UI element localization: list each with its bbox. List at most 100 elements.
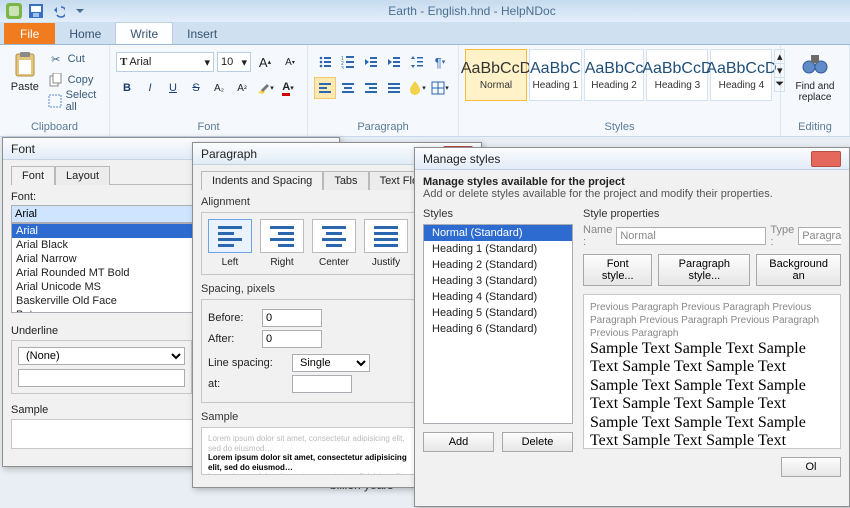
align-left-button[interactable]: [208, 219, 252, 253]
app-icon[interactable]: [4, 2, 24, 20]
align-justify-icon[interactable]: [383, 77, 405, 99]
group-editing: Find and replace Editing: [781, 45, 850, 136]
align-center-button[interactable]: [312, 219, 356, 253]
svg-text:3: 3: [341, 66, 344, 69]
shading-icon[interactable]: ▾: [406, 77, 428, 99]
style-list-item[interactable]: Heading 4 (Standard): [424, 289, 572, 305]
style-tile-heading-2[interactable]: AaBbCcHeading 2: [584, 49, 645, 101]
group-label-paragraph: Paragraph: [314, 119, 452, 136]
bullets-icon[interactable]: [314, 51, 336, 73]
style-list-item[interactable]: Heading 2 (Standard): [424, 257, 572, 273]
para-tab-indents[interactable]: Indents and Spacing: [201, 171, 323, 190]
grow-font-icon[interactable]: A▴: [254, 51, 276, 73]
tab-home[interactable]: Home: [55, 23, 115, 44]
pilcrow-icon[interactable]: ¶▾: [429, 51, 451, 73]
add-style-button[interactable]: Add: [423, 432, 494, 452]
numbering-icon[interactable]: 123: [337, 51, 359, 73]
para-sample-box: Lorem ipsum dolor sit amet, consectetur …: [201, 427, 415, 475]
indent-icon[interactable]: [383, 51, 405, 73]
borders-icon[interactable]: ▾: [429, 77, 451, 99]
highlight-icon[interactable]: ▾: [254, 77, 276, 99]
style-list-item[interactable]: Heading 3 (Standard): [424, 273, 572, 289]
align-right-icon[interactable]: [360, 77, 382, 99]
styles-subheading: Add or delete styles available for the p…: [423, 188, 841, 200]
selectall-button[interactable]: Select all: [48, 91, 103, 111]
group-font: TArial▾ 10▾ A▴ A▾ B I U S A₂ A² ▾ A▾ Fon…: [110, 45, 308, 136]
style-list-item[interactable]: Heading 1 (Standard): [424, 241, 572, 257]
font-color-icon[interactable]: A▾: [277, 77, 299, 99]
underline-preview: [18, 369, 185, 387]
style-tile-heading-1[interactable]: AaBbCHeading 1: [529, 49, 582, 101]
align-center-icon[interactable]: [337, 77, 359, 99]
selectall-icon: [48, 93, 62, 109]
subscript-icon[interactable]: A₂: [208, 77, 230, 99]
paste-label: Paste: [11, 81, 39, 93]
bold-icon[interactable]: B: [116, 77, 138, 99]
style-list-item[interactable]: Heading 5 (Standard): [424, 305, 572, 321]
spacing-after-input[interactable]: [262, 330, 322, 348]
style-name-input[interactable]: [616, 227, 766, 245]
style-props-label: Style properties: [583, 208, 841, 220]
font-tab-font[interactable]: Font: [11, 166, 55, 185]
save-icon[interactable]: [26, 2, 46, 20]
group-paragraph: 123 ¶▾ ▾ ▾ Paragraph: [308, 45, 459, 136]
copy-button[interactable]: Copy: [48, 70, 103, 90]
style-type-input: [798, 227, 841, 245]
window-title: Earth - English.hnd - HelpNDoc: [94, 4, 850, 18]
group-label-clipboard: Clipboard: [6, 119, 103, 136]
line-spacing-icon[interactable]: [406, 51, 428, 73]
font-size-combo[interactable]: 10▾: [217, 52, 251, 72]
shrink-font-icon[interactable]: A▾: [279, 51, 301, 73]
tab-file[interactable]: File: [4, 23, 55, 44]
outdent-icon[interactable]: [360, 51, 382, 73]
cut-icon: ✂: [48, 51, 64, 67]
style-preview-box: Previous Paragraph Previous Paragraph Pr…: [583, 294, 841, 449]
title-bar: Earth - English.hnd - HelpNDoc: [0, 0, 850, 22]
style-tile-heading-4[interactable]: AaBbCcDHeading 4: [710, 49, 772, 101]
qat-dropdown-icon[interactable]: [70, 2, 90, 20]
line-spacing-at-input[interactable]: [292, 375, 352, 393]
ok-button[interactable]: Ol: [781, 457, 841, 477]
line-spacing-combo[interactable]: Single: [292, 354, 370, 372]
ribbon-tab-strip: File Home Write Insert: [0, 22, 850, 45]
style-list-item[interactable]: Heading 6 (Standard): [424, 321, 572, 337]
align-justify-button[interactable]: [364, 219, 408, 253]
group-styles: AaBbCcDNormalAaBbCHeading 1AaBbCcHeading…: [459, 45, 781, 136]
delete-style-button[interactable]: Delete: [502, 432, 573, 452]
find-replace-label: Find and replace: [787, 81, 843, 103]
style-tile-normal[interactable]: AaBbCcDNormal: [465, 49, 527, 101]
close-icon[interactable]: [811, 151, 841, 167]
find-replace-button[interactable]: Find and replace: [787, 47, 843, 103]
spacing-before-input[interactable]: [262, 309, 322, 327]
align-right-button[interactable]: [260, 219, 304, 253]
styles-left-label: Styles: [423, 208, 573, 220]
tab-write[interactable]: Write: [115, 22, 173, 44]
strike-icon[interactable]: S: [185, 77, 207, 99]
underline-icon[interactable]: U: [162, 77, 184, 99]
underline-combo[interactable]: (None): [18, 347, 185, 365]
styles-dialog-title-bar[interactable]: Manage styles: [415, 148, 849, 170]
para-tab-tabs[interactable]: Tabs: [323, 171, 368, 190]
group-label-font: Font: [116, 119, 301, 136]
align-left-icon[interactable]: [314, 77, 336, 99]
undo-icon[interactable]: [48, 2, 68, 20]
quick-access-toolbar: [0, 2, 94, 20]
font-style-button[interactable]: Font style...: [583, 254, 652, 286]
italic-icon[interactable]: I: [139, 77, 161, 99]
paste-button[interactable]: Paste: [6, 47, 44, 93]
para-sample-label: Sample: [201, 411, 415, 423]
font-tab-layout[interactable]: Layout: [55, 166, 110, 185]
styles-list[interactable]: Normal (Standard)Heading 1 (Standard)Hea…: [423, 224, 573, 424]
font-family-combo[interactable]: TArial▾: [116, 52, 214, 72]
style-list-item[interactable]: Normal (Standard): [424, 225, 572, 241]
style-tile-heading-3[interactable]: AaBbCcDHeading 3: [646, 49, 708, 101]
cut-button[interactable]: ✂Cut: [48, 49, 103, 69]
background-style-button[interactable]: Background an: [756, 254, 841, 286]
paragraph-style-button[interactable]: Paragraph style...: [658, 254, 750, 286]
group-label-editing: Editing: [787, 119, 843, 136]
ribbon: Paste ✂Cut Copy Select all Clipboard TAr…: [0, 45, 850, 137]
group-label-styles: Styles: [465, 119, 774, 136]
superscript-icon[interactable]: A²: [231, 77, 253, 99]
styles-heading: Manage styles available for the project: [423, 176, 841, 188]
tab-insert[interactable]: Insert: [173, 23, 231, 44]
